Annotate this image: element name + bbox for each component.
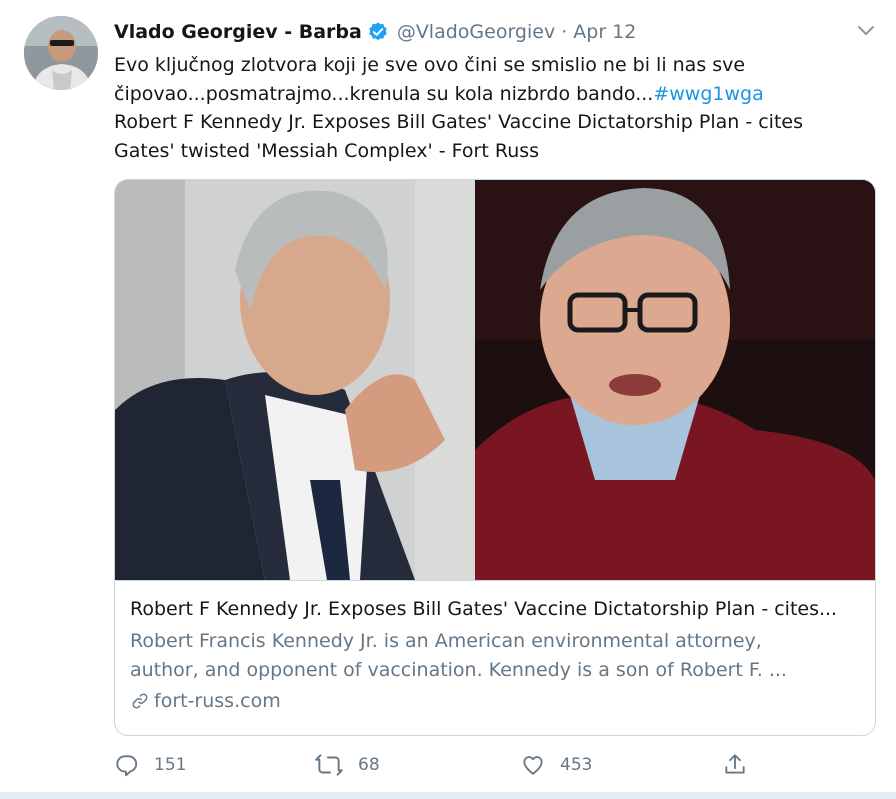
like-button[interactable]: 453 <box>520 748 592 782</box>
separator-dot: · <box>561 21 568 43</box>
tweet-header: Vlado Georgiev - Barba @VladoGeorgiev · … <box>114 18 636 46</box>
card-title[interactable]: Robert F Kennedy Jr. Exposes Bill Gates'… <box>130 598 865 620</box>
tweet-text-line: Evo ključnog zlotvora koji je sve ovo či… <box>114 54 746 76</box>
card-domain-text: fort-russ.com <box>154 690 281 712</box>
heart-icon <box>523 756 543 775</box>
hashtag-link[interactable]: #wwg1wga <box>653 83 763 105</box>
avatar[interactable] <box>24 16 98 90</box>
card-description-line: author, and opponent of vaccination. Ken… <box>130 659 787 681</box>
card-description: Robert Francis Kennedy Jr. is an America… <box>130 627 850 685</box>
timeline-divider <box>0 792 896 799</box>
like-count: 453 <box>560 755 593 775</box>
share-button[interactable] <box>722 748 762 782</box>
share-icon <box>725 754 745 774</box>
tweet-text-line: Robert F Kennedy Jr. Exposes Bill Gates'… <box>114 111 803 133</box>
card-image[interactable] <box>115 180 875 580</box>
author-handle[interactable]: @VladoGeorgiev <box>397 21 555 43</box>
author-name[interactable]: Vlado Georgiev - Barba <box>114 21 362 43</box>
retweet-count: 68 <box>358 755 380 775</box>
retweet-icon <box>315 754 343 776</box>
tweet-date[interactable]: Apr 12 <box>573 21 636 43</box>
tweet-actions: 151 68 453 <box>114 748 754 782</box>
card-domain[interactable]: fort-russ.com <box>130 690 281 712</box>
card-body[interactable]: Robert F Kennedy Jr. Exposes Bill Gates'… <box>115 580 875 735</box>
tweet[interactable]: Vlado Georgiev - Barba @VladoGeorgiev · … <box>0 0 896 792</box>
retweet-button[interactable]: 68 <box>314 748 380 782</box>
link-icon <box>132 693 148 709</box>
reply-button[interactable]: 151 <box>114 748 186 782</box>
tweet-text-line: Gates' twisted 'Messiah Complex' - Fort … <box>114 139 540 162</box>
chevron-down-icon[interactable] <box>854 18 878 42</box>
card-description-line: Robert Francis Kennedy Jr. is an America… <box>130 630 762 652</box>
verified-badge-icon <box>367 21 389 43</box>
reply-count: 151 <box>154 755 187 775</box>
reply-icon <box>116 755 138 777</box>
link-card[interactable]: Robert F Kennedy Jr. Exposes Bill Gates'… <box>114 179 876 736</box>
tweet-text-line: čipovao...posmatrajmo...krenula su kola … <box>114 82 654 105</box>
tweet-text: Evo ključnog zlotvora koji je sve ovo či… <box>114 51 884 165</box>
